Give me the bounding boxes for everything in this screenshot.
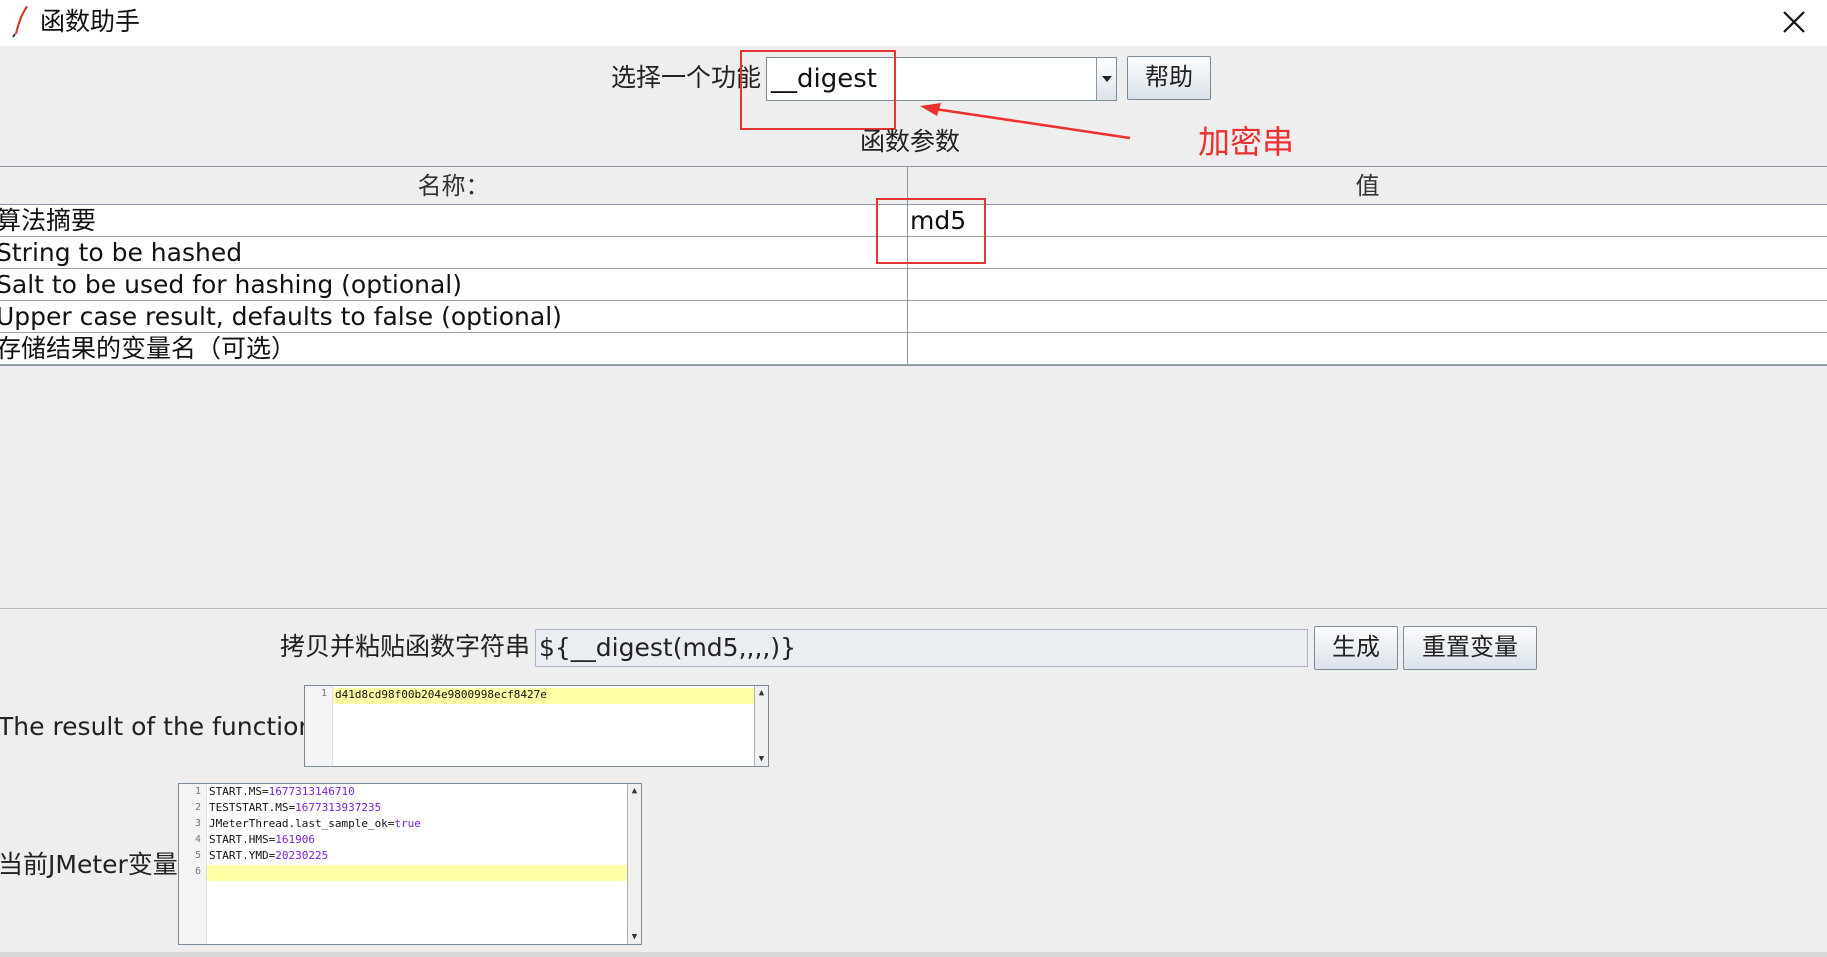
variable-line: START.YMD=20230225	[209, 848, 328, 864]
param-name: 算法摘要	[0, 206, 97, 235]
chevron-down-icon	[1102, 76, 1112, 82]
function-select-label: 选择一个功能	[611, 63, 762, 92]
result-value: d41d8cd98f00b204e9800998ecf8427e	[335, 688, 547, 701]
variable-value: 20230225	[275, 849, 329, 862]
variable-key: JMeterThread.last_sample_ok=	[209, 817, 395, 830]
variables-label: 当前JMeter变量	[0, 850, 178, 879]
line-number: 1	[194, 786, 201, 797]
column-divider[interactable]	[907, 166, 908, 366]
param-name: Salt to be used for hashing (optional)	[0, 270, 462, 299]
column-header-name[interactable]: 名称：	[0, 167, 907, 205]
line-number: 6	[194, 866, 201, 877]
vertical-scrollbar[interactable]: ▲ ▼	[627, 784, 641, 944]
current-line-highlight	[207, 865, 627, 881]
line-number: 2	[194, 802, 201, 813]
function-string-field[interactable]: ${__digest(md5,,,,)}	[535, 629, 1308, 667]
param-name: 存储结果的变量名（可选）	[0, 334, 297, 363]
annotation-box-function	[740, 50, 896, 130]
variable-line: START.HMS=161906	[209, 832, 315, 848]
function-string-label: 拷贝并粘贴函数字符串	[280, 632, 531, 661]
line-number: 5	[194, 850, 201, 861]
feather-icon	[12, 6, 28, 38]
table-row[interactable]: Upper case result, defaults to false (op…	[0, 301, 1827, 333]
variable-key: START.HMS=	[209, 833, 276, 846]
variable-line: JMeterThread.last_sample_ok=true	[209, 816, 421, 832]
param-name: Upper case result, defaults to false (op…	[0, 302, 562, 331]
result-textarea[interactable]: 1 d41d8cd98f00b204e9800998ecf8427e ▲ ▼	[304, 685, 769, 767]
variable-value: 1677313146710	[268, 785, 355, 798]
title-bar	[0, 0, 1827, 46]
generate-button[interactable]: 生成	[1314, 626, 1398, 670]
params-table: 名称： 值 算法摘要 md5 String to be hashed Salt …	[0, 166, 1827, 366]
params-section-label: 函数参数	[860, 127, 961, 156]
annotation-label: 加密串	[1198, 123, 1295, 161]
column-header-value[interactable]: 值	[908, 167, 1827, 205]
variable-key: TESTSTART.MS=	[209, 801, 296, 814]
reset-variables-button[interactable]: 重置变量	[1403, 626, 1537, 670]
vertical-scrollbar[interactable]: ▲ ▼	[754, 686, 768, 766]
param-name: String to be hashed	[0, 238, 243, 267]
variable-line: TESTSTART.MS=1677313937235	[209, 800, 381, 816]
help-button[interactable]: 帮助	[1127, 56, 1211, 100]
variables-textarea[interactable]: 1 2 3 4 5 6 START.MS=1677313146710 TESTS…	[178, 783, 642, 945]
variable-key: START.MS=	[209, 785, 269, 798]
scroll-down-icon[interactable]: ▼	[755, 752, 768, 766]
divider	[0, 608, 1827, 609]
scroll-up-icon[interactable]: ▲	[755, 686, 768, 700]
scroll-up-icon[interactable]: ▲	[628, 784, 641, 798]
variable-key: START.YMD=	[209, 849, 276, 862]
variable-line: START.MS=1677313146710	[209, 784, 355, 800]
table-row[interactable]: Salt to be used for hashing (optional)	[0, 269, 1827, 301]
bottom-edge	[0, 952, 1827, 957]
line-number: 4	[194, 834, 201, 845]
line-number-gutter: 1 2 3 4 5 6	[179, 784, 207, 944]
dropdown-button[interactable]	[1096, 58, 1116, 100]
variable-value: true	[394, 817, 421, 830]
annotation-box-value	[876, 198, 986, 264]
result-label: The result of the function is	[0, 712, 343, 741]
line-number-gutter: 1	[305, 686, 333, 766]
line-number: 1	[320, 688, 327, 699]
line-number: 3	[194, 818, 201, 829]
close-icon[interactable]	[1778, 6, 1810, 38]
table-row[interactable]: 存储结果的变量名（可选）	[0, 333, 1827, 365]
scroll-down-icon[interactable]: ▼	[628, 930, 641, 944]
variable-value: 1677313937235	[295, 801, 382, 814]
variable-value: 161906	[275, 833, 315, 846]
window-title: 函数助手	[40, 7, 141, 36]
